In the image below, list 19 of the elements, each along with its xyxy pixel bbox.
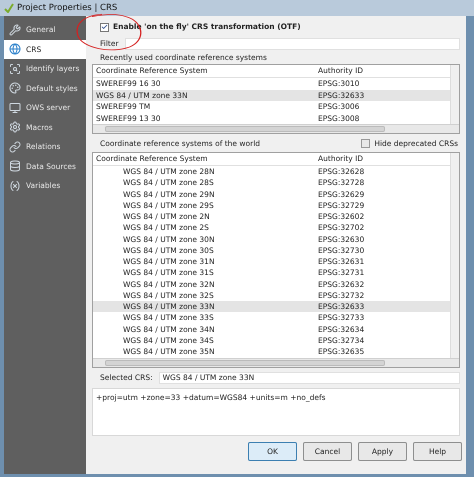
globe-icon	[9, 43, 21, 56]
horizontal-scrollbar[interactable]	[93, 358, 459, 367]
horizontal-scrollbar[interactable]	[93, 124, 459, 133]
scan-icon	[9, 62, 21, 75]
vertical-scrollbar[interactable]	[450, 65, 459, 124]
variable-icon	[9, 180, 21, 192]
link-icon	[9, 140, 21, 153]
check-icon	[101, 23, 108, 31]
monitor-icon	[9, 102, 21, 114]
gear-icon	[9, 121, 21, 134]
window-title: Project Properties | CRS	[17, 2, 118, 14]
vertical-scrollbar[interactable]	[450, 153, 459, 358]
wrench-icon	[9, 24, 21, 36]
filter-field[interactable]	[124, 38, 460, 50]
checkbox[interactable]	[100, 22, 109, 32]
database-icon	[9, 160, 21, 172]
app-logo-icon	[4, 3, 14, 13]
checkbox[interactable]	[361, 139, 370, 148]
palette-icon	[9, 82, 21, 94]
